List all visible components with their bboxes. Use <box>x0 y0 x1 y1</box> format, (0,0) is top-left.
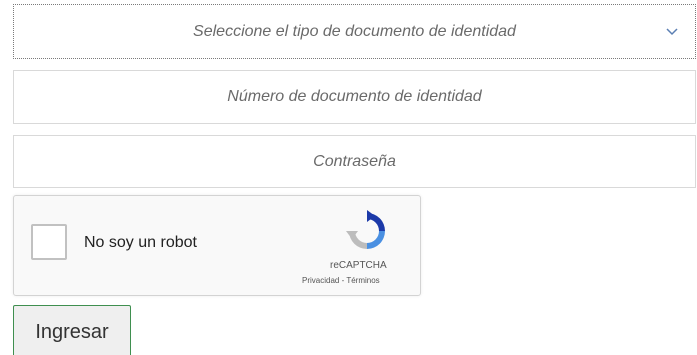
document-type-placeholder: Seleccione el tipo de documento de ident… <box>193 22 516 40</box>
document-type-select[interactable]: Seleccione el tipo de documento de ident… <box>13 4 696 59</box>
recaptcha-checkbox[interactable] <box>31 224 67 260</box>
password-field[interactable]: Contraseña <box>13 135 696 188</box>
chevron-down-icon <box>666 27 678 35</box>
password-placeholder: Contraseña <box>313 152 396 170</box>
recaptcha-logo-icon <box>346 210 385 249</box>
login-form: Seleccione el tipo de documento de ident… <box>0 0 697 355</box>
document-number-placeholder: Número de documento de identidad <box>227 88 482 105</box>
recaptcha-widget: No soy un robot reCAPTCHA Privacidad - T… <box>13 195 421 296</box>
recaptcha-brand: reCAPTCHA <box>330 260 387 271</box>
document-number-field[interactable]: Número de documento de identidad <box>13 70 696 124</box>
recaptcha-privacy-link[interactable]: Privacidad <box>302 276 339 285</box>
submit-button[interactable]: Ingresar <box>13 305 131 355</box>
recaptcha-links: Privacidad - Términos <box>302 276 380 285</box>
recaptcha-label: No soy un robot <box>84 234 197 251</box>
recaptcha-terms-link[interactable]: Términos <box>346 276 379 285</box>
